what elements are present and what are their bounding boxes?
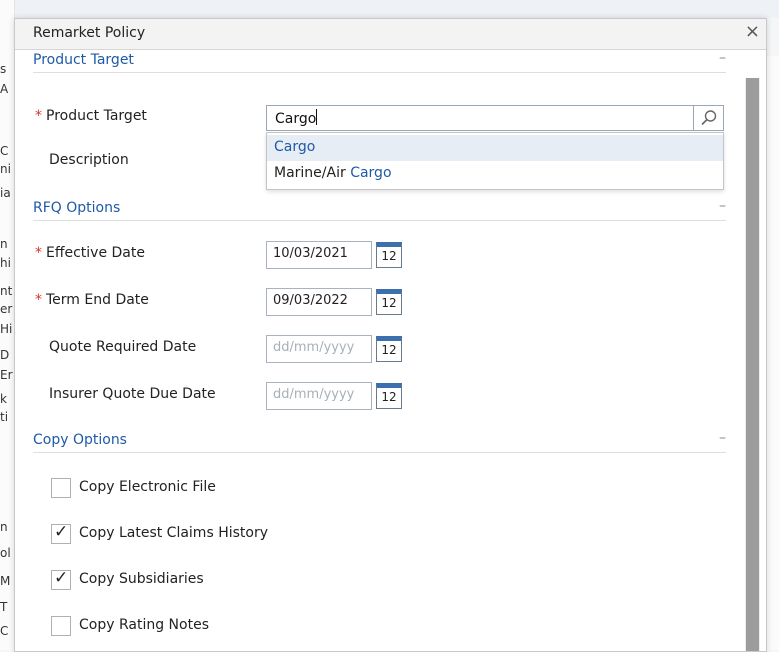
- bg-text-fragment: n: [0, 520, 8, 534]
- bg-text-fragment: hi: [0, 256, 11, 270]
- bg-text-fragment: ol: [0, 546, 11, 560]
- section-title: Product Target: [33, 52, 134, 68]
- section-header-product-target[interactable]: Product Target –: [33, 50, 726, 73]
- option-text: Marine/Air: [274, 165, 351, 181]
- description-label: Description: [49, 152, 129, 168]
- copy-subsidiaries-checkbox[interactable]: ✓: [51, 568, 71, 590]
- bg-text-fragment: Er: [0, 368, 13, 382]
- bg-text-fragment: ti: [0, 410, 9, 424]
- bg-text-fragment: M: [0, 574, 11, 588]
- checkbox-label: Copy Rating Notes: [79, 617, 209, 633]
- calendar-icon[interactable]: 12: [376, 289, 402, 315]
- search-button[interactable]: [693, 105, 723, 131]
- bg-text-fragment: C: [0, 144, 9, 158]
- product-target-label: * Product Target: [35, 108, 147, 124]
- dialog-titlebar: Remarket Policy ×: [15, 19, 766, 50]
- required-marker: *: [35, 245, 42, 261]
- effective-date-input[interactable]: 10/03/2021: [266, 241, 372, 269]
- check-icon: ✓: [54, 568, 69, 588]
- bg-text-fragment: T: [0, 600, 8, 614]
- dialog-content: Product Target – * Product Target Cargo D…: [15, 50, 766, 651]
- copy-electronic-file-checkbox[interactable]: [51, 478, 71, 498]
- search-icon: [701, 110, 717, 126]
- text-caret: [316, 109, 318, 125]
- check-icon: ✓: [54, 522, 69, 542]
- field-label: Effective Date: [46, 245, 145, 261]
- checkbox-label: Copy Subsidiaries: [79, 571, 204, 587]
- dropdown-option[interactable]: Cargo: [267, 135, 723, 161]
- calendar-icon[interactable]: 12: [376, 336, 402, 362]
- insurer-quote-due-date-input[interactable]: dd/mm/yyyy: [266, 382, 372, 410]
- effective-date-label: * Effective Date: [35, 245, 145, 261]
- section-title: Copy Options: [33, 432, 127, 448]
- background-page-left: s A C ni ia n hi nt er Hi D Er k ti n ol…: [0, 0, 15, 650]
- bg-text-fragment: C: [0, 624, 9, 638]
- bg-text-fragment: A: [0, 82, 9, 96]
- bg-text-fragment: ia: [0, 186, 11, 200]
- remarket-policy-dialog: Remarket Policy × Product Target – * Prod…: [14, 18, 767, 652]
- quote-required-date-label: Quote Required Date: [49, 339, 197, 355]
- dropdown-option[interactable]: Marine/Air Cargo: [267, 161, 723, 187]
- insurer-quote-due-date-label: Insurer Quote Due Date: [49, 386, 216, 402]
- required-marker: *: [35, 108, 42, 124]
- option-match: Cargo: [350, 165, 392, 181]
- vertical-scrollbar[interactable]: [745, 78, 760, 651]
- calendar-icon[interactable]: 12: [376, 383, 402, 409]
- collapse-icon[interactable]: –: [719, 50, 726, 66]
- product-target-dropdown: Cargo Marine/Air Cargo: [266, 132, 724, 190]
- quote-required-date-input[interactable]: dd/mm/yyyy: [266, 335, 372, 363]
- product-target-input[interactable]: Cargo: [266, 105, 724, 131]
- bg-text-fragment: n: [0, 237, 8, 251]
- close-icon[interactable]: ×: [745, 22, 760, 42]
- section-title: RFQ Options: [33, 200, 121, 216]
- calendar-icon[interactable]: 12: [376, 242, 402, 268]
- bg-text-fragment: s: [0, 62, 7, 76]
- bg-text-fragment: ni: [0, 162, 11, 176]
- copy-rating-notes-checkbox[interactable]: [51, 616, 71, 636]
- bg-text-fragment: D: [0, 348, 10, 362]
- copy-latest-claims-history-checkbox[interactable]: ✓: [51, 522, 71, 544]
- bg-text-fragment: nt: [0, 284, 13, 298]
- bg-text-fragment: Hi: [0, 322, 13, 336]
- dialog-title: Remarket Policy: [33, 25, 146, 41]
- checkbox-label: Copy Electronic File: [79, 479, 216, 495]
- background-top: [0, 0, 779, 18]
- checkbox-label: Copy Latest Claims History: [79, 525, 268, 541]
- option-match: Cargo: [274, 139, 316, 155]
- bg-text-fragment: er: [0, 302, 13, 316]
- term-end-date-input[interactable]: 09/03/2022: [266, 288, 372, 316]
- scrollbar-thumb[interactable]: [746, 78, 759, 651]
- term-end-date-label: * Term End Date: [35, 292, 149, 308]
- collapse-icon[interactable]: –: [719, 198, 726, 214]
- required-marker: *: [35, 292, 42, 308]
- field-label: Product Target: [46, 108, 147, 124]
- field-label: Term End Date: [46, 292, 149, 308]
- collapse-icon[interactable]: –: [719, 430, 726, 446]
- bg-text-fragment: k: [0, 392, 7, 406]
- section-header-copy-options[interactable]: Copy Options –: [33, 430, 726, 453]
- input-value: Cargo: [275, 111, 317, 127]
- section-header-rfq-options[interactable]: RFQ Options –: [33, 198, 726, 221]
